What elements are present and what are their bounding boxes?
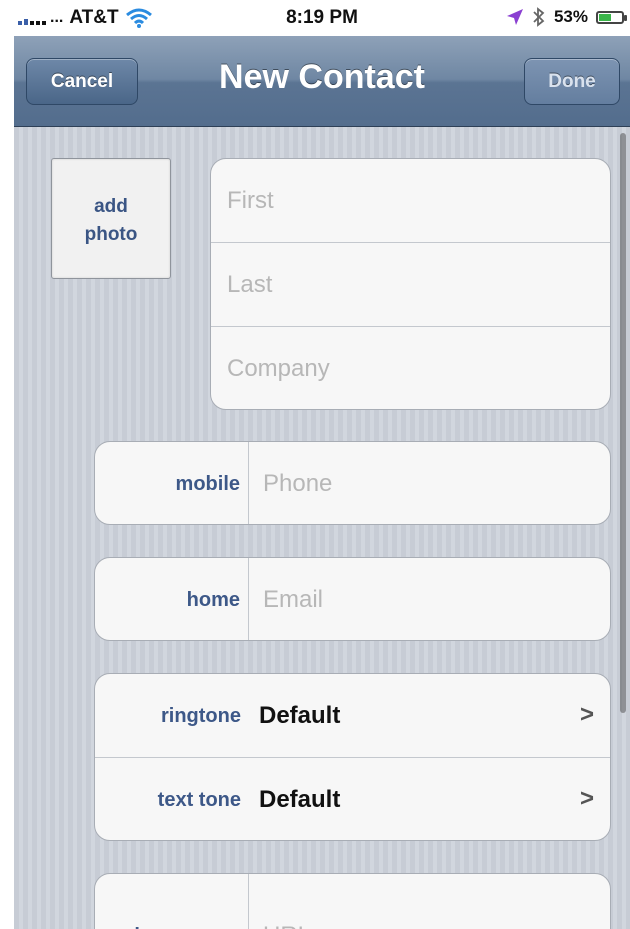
name-fields-group: First Last Company [210, 158, 611, 410]
ringtone-label: ringtone [161, 705, 241, 727]
ringtone-row[interactable]: ringtone Default > [95, 674, 610, 758]
battery-level-fill [599, 13, 611, 21]
company-placeholder: Company [227, 355, 330, 382]
email-type-label[interactable]: home [95, 558, 249, 640]
email-group: home Email [94, 557, 611, 641]
company-field[interactable]: Company [211, 327, 610, 409]
tones-group: ringtone Default > text tone Default > [94, 673, 611, 841]
location-icon [506, 9, 523, 25]
contact-form[interactable]: add photo First Last Company mobile Phon… [14, 127, 630, 929]
phone-row: mobile Phone [95, 442, 610, 524]
status-bar: ... AT&T 8:19 PM 53% [14, 0, 630, 36]
phone-type-label[interactable]: mobile [95, 442, 249, 524]
first-name-field[interactable]: First [211, 159, 610, 243]
first-name-placeholder: First [227, 187, 274, 214]
url-type-label[interactable]: home page [95, 874, 249, 929]
url-group: home page URL [94, 873, 611, 929]
text-tone-row[interactable]: text tone Default > [95, 758, 610, 840]
status-right: 53% [506, 7, 627, 27]
done-button[interactable]: Done [524, 58, 620, 105]
text-tone-label: text tone [157, 789, 241, 811]
add-photo-button[interactable]: add photo [51, 158, 171, 279]
add-photo-label-line2: photo [84, 224, 138, 245]
chevron-right-icon: > [579, 701, 594, 728]
email-row: home Email [95, 558, 610, 640]
text-tone-value: Default [259, 786, 341, 813]
url-row: home page URL [95, 874, 610, 929]
chevron-right-icon: > [579, 785, 594, 812]
email-field[interactable]: Email [249, 558, 610, 640]
bluetooth-icon [533, 7, 545, 27]
battery-icon [596, 10, 627, 24]
phone-field[interactable]: Phone [249, 442, 610, 524]
add-photo-label-line1: add [94, 196, 128, 217]
last-name-placeholder: Last [227, 271, 273, 298]
last-name-field[interactable]: Last [211, 243, 610, 327]
scrollbar[interactable] [620, 133, 626, 713]
phone-group: mobile Phone [94, 441, 611, 525]
screen: ... AT&T 8:19 PM 53% Cancel New Contact … [0, 0, 630, 929]
url-field[interactable]: URL [249, 874, 610, 929]
ringtone-value: Default [259, 702, 341, 729]
navigation-bar: Cancel New Contact Done [14, 36, 630, 127]
battery-percent: 53% [553, 7, 588, 26]
